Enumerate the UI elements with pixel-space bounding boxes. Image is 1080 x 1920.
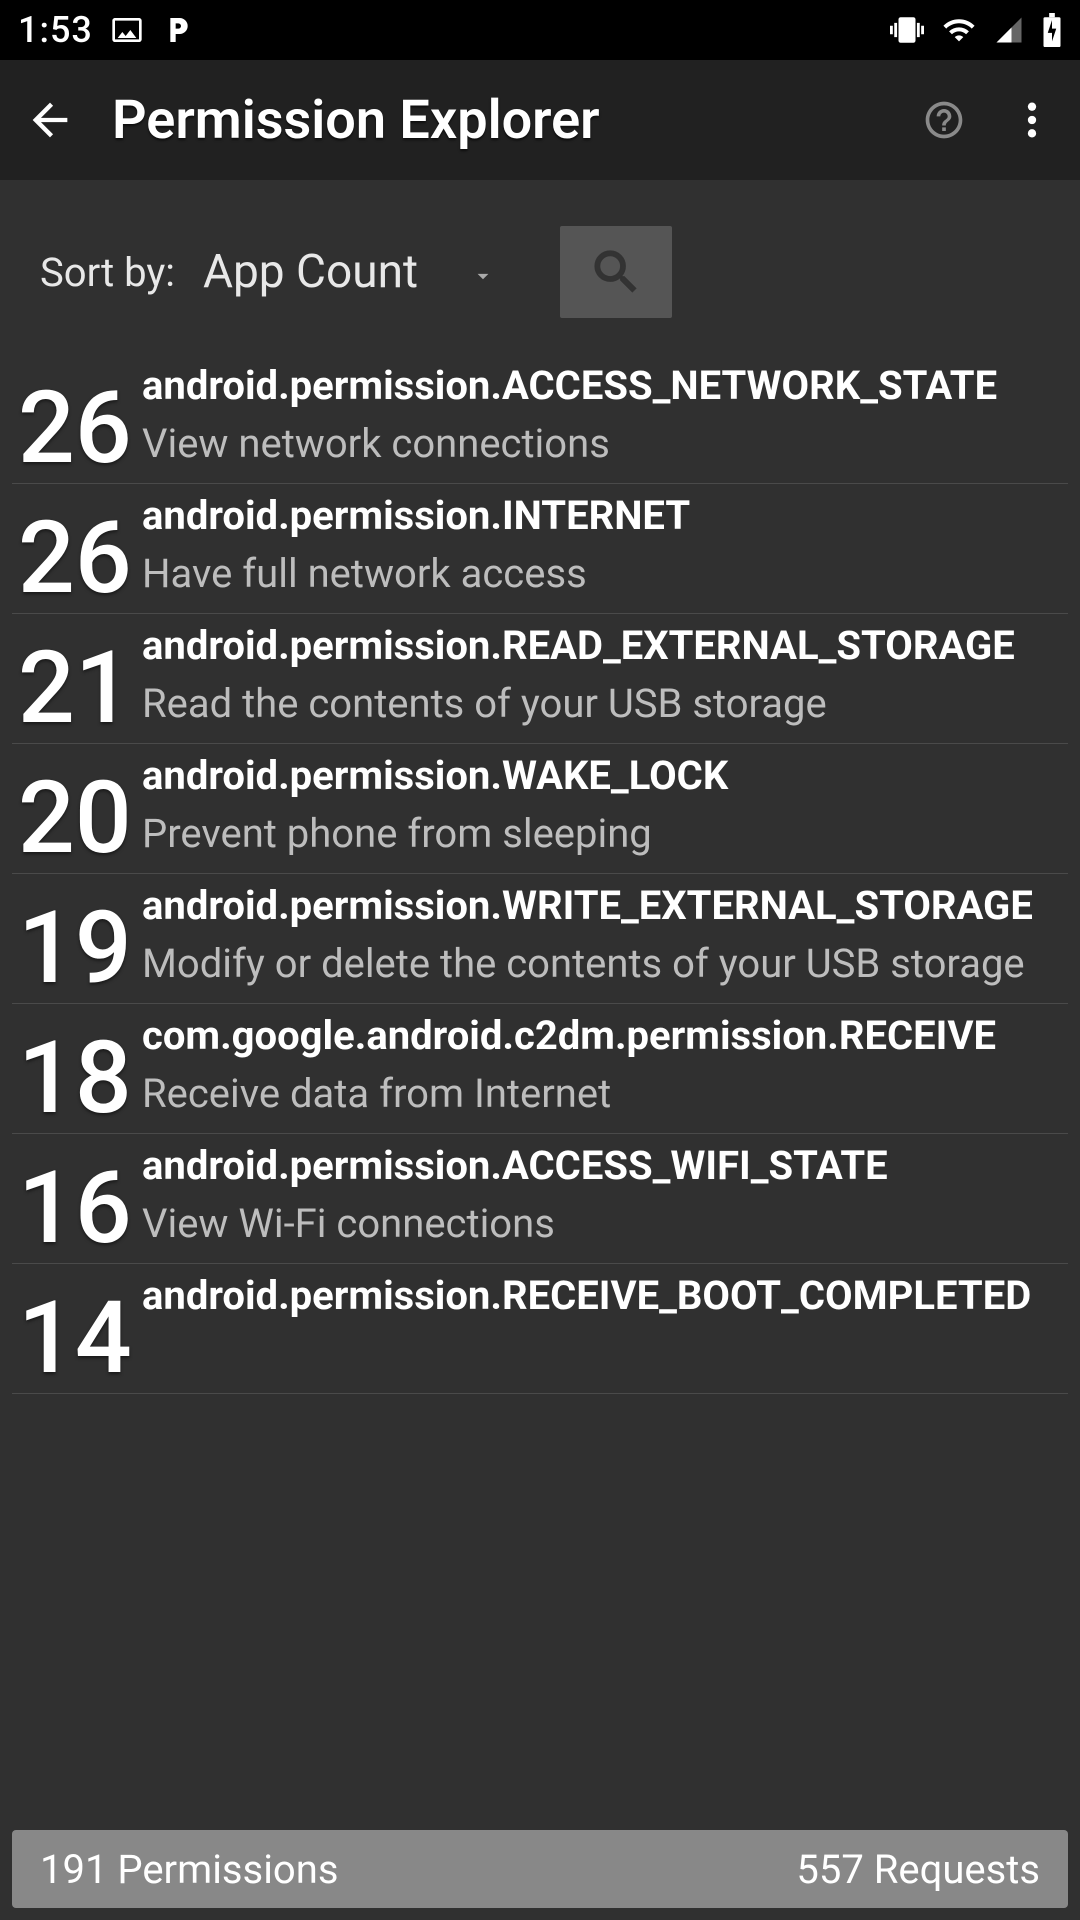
permission-name: android.permission.WAKE_LOCK	[142, 754, 1062, 799]
permission-description: Prevent phone from sleeping	[142, 809, 1062, 859]
list-item[interactable]: 18 com.google.android.c2dm.permission.RE…	[0, 1004, 1080, 1134]
list-item[interactable]: 26 android.permission.ACCESS_NETWORK_STA…	[0, 354, 1080, 484]
permission-count: 26	[14, 492, 136, 606]
footer-requests-count: 557 Requests	[796, 1846, 1040, 1893]
permission-description: Have full network access	[142, 549, 1062, 599]
wifi-icon	[942, 13, 976, 47]
status-bar: 1:53	[0, 0, 1080, 60]
permission-name: android.permission.RECEIVE_BOOT_COMPLETE…	[142, 1274, 1062, 1319]
list-item[interactable]: 14 android.permission.RECEIVE_BOOT_COMPL…	[0, 1264, 1080, 1394]
permission-name: android.permission.READ_EXTERNAL_STORAGE	[142, 624, 1062, 669]
permission-description: Read the contents of your USB storage	[142, 679, 1062, 729]
permission-count: 21	[14, 622, 136, 736]
battery-charging-icon	[1042, 13, 1062, 47]
permission-name: android.permission.WRITE_EXTERNAL_STORAG…	[142, 884, 1062, 929]
list-item[interactable]: 20 android.permission.WAKE_LOCK Prevent …	[0, 744, 1080, 874]
sort-dropdown[interactable]: App Count	[203, 243, 496, 301]
permission-description: View Wi-Fi connections	[142, 1199, 1062, 1249]
photos-notification-icon	[111, 14, 143, 46]
p-app-icon	[161, 14, 193, 46]
permission-name: android.permission.INTERNET	[142, 494, 1062, 539]
permission-count: 26	[14, 362, 136, 476]
list-item[interactable]: 26 android.permission.INTERNET Have full…	[0, 484, 1080, 614]
permission-name: android.permission.ACCESS_WIFI_STATE	[142, 1144, 1062, 1189]
app-bar: Permission Explorer	[0, 60, 1080, 180]
permission-name: android.permission.ACCESS_NETWORK_STATE	[142, 364, 1062, 409]
sort-current-value: App Count	[203, 245, 418, 299]
status-bar-left: 1:53	[18, 9, 193, 51]
search-icon	[588, 244, 644, 300]
list-item[interactable]: 16 android.permission.ACCESS_WIFI_STATE …	[0, 1134, 1080, 1264]
footer-permissions-count: 191 Permissions	[40, 1846, 338, 1893]
sort-controls: Sort by: App Count	[0, 180, 1080, 348]
signal-icon	[994, 15, 1024, 45]
permission-description: Modify or delete the contents of your US…	[142, 939, 1062, 989]
overflow-menu-button[interactable]	[1004, 92, 1060, 148]
back-button[interactable]	[20, 90, 80, 150]
help-button[interactable]	[916, 92, 972, 148]
permission-description: View network connections	[142, 419, 1062, 469]
page-title: Permission Explorer	[112, 89, 600, 152]
permission-count: 16	[14, 1142, 136, 1256]
permission-name: com.google.android.c2dm.permission.RECEI…	[142, 1014, 1062, 1059]
list-item[interactable]: 19 android.permission.WRITE_EXTERNAL_STO…	[0, 874, 1080, 1004]
summary-footer: 191 Permissions 557 Requests	[12, 1830, 1068, 1908]
permission-count: 20	[14, 752, 136, 866]
chevron-down-icon	[470, 247, 496, 301]
permission-count: 19	[14, 882, 136, 996]
status-bar-right	[890, 13, 1062, 47]
more-vert-icon	[1027, 98, 1037, 142]
permission-count: 14	[14, 1272, 136, 1386]
back-arrow-icon	[24, 94, 76, 146]
status-clock: 1:53	[18, 9, 93, 51]
list-item[interactable]: 21 android.permission.READ_EXTERNAL_STOR…	[0, 614, 1080, 744]
vibrate-icon	[890, 13, 924, 47]
permission-description: Receive data from Internet	[142, 1069, 1062, 1119]
permission-count: 18	[14, 1012, 136, 1126]
main-content: Sort by: App Count 26 android.permission…	[0, 180, 1080, 1920]
permission-list[interactable]: 26 android.permission.ACCESS_NETWORK_STA…	[0, 348, 1080, 1920]
help-icon	[922, 98, 966, 142]
sort-by-label: Sort by:	[40, 249, 175, 296]
search-button[interactable]	[560, 226, 672, 318]
